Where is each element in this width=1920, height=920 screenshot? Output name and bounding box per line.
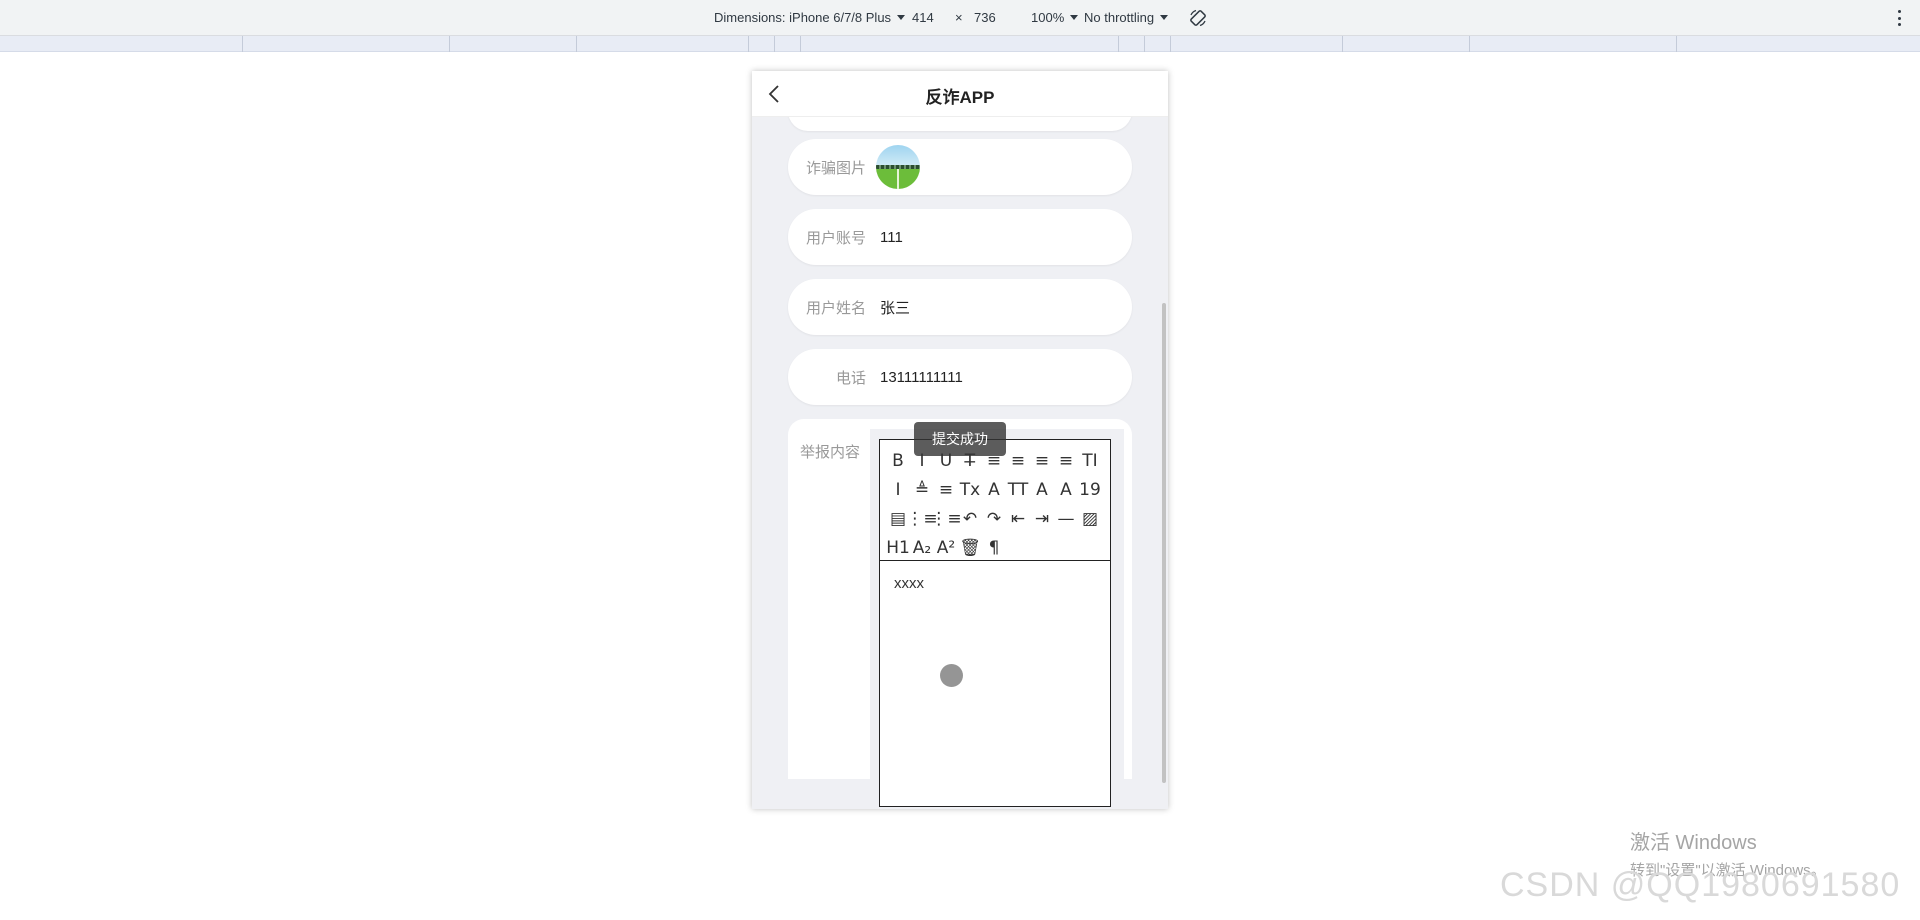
name-field: 用户姓名 张三 [788,279,1132,335]
editor-tool-button[interactable]: ⇥ [1030,504,1054,533]
editor-tool-button[interactable]: ≡ [934,475,958,504]
rotate-icon[interactable] [1188,8,1208,28]
zoom-value: 100% [1031,10,1065,25]
editor-tool-button[interactable]: 19 [1078,475,1102,504]
device-width-input[interactable]: 414 [912,10,934,25]
throttling-value: No throttling [1084,10,1155,25]
chevron-down-icon [1070,15,1079,20]
editor-tool-button[interactable]: ≡ [1030,446,1054,475]
form-scroll-area[interactable]: 诈骗图片 用户账号 111 用户姓名 张三 电话 13111111111 举报内… [752,117,1168,809]
editor-tool-button[interactable]: A [1054,475,1078,504]
phone-label: 电话 [835,369,866,387]
success-toast: 提交成功 [914,422,1006,456]
zoom-select[interactable]: 100% [1031,10,1079,25]
photo-field: 诈骗图片 [788,139,1132,195]
rich-text-editor: B I U T̶ ≡ ≡ ≡ ≡ TI I ≜ ≡ Tx A TT A A 19 ▤ ⋮≡ ⋮≡ ↶ ↷ ⇤ ⇥ — ▨ H1 A₂ A²… [879,439,1111,807]
devtools-device-toolbar: Dimensions: iPhone 6/7/8 Plus 414 × 736 … [0,0,1920,36]
editor-tool-button[interactable]: B [886,446,910,475]
device-viewport: 反诈APP 诈骗图片 用户账号 111 用户姓名 张三 电话 131111111… [752,71,1168,809]
report-label: 举报内容 [800,444,861,461]
editor-tool-button[interactable]: ↶ [958,504,982,533]
editor-tool-button[interactable]: A [1030,475,1054,504]
name-label: 用户姓名 [805,299,866,317]
csdn-watermark: CSDN @QQ1980691580 [1500,866,1901,904]
editor-tool-button[interactable]: ≜ [910,475,934,504]
kebab-icon[interactable] [1898,10,1902,26]
chevron-down-icon [1160,15,1169,20]
windows-watermark-line1: 激活 Windows [1630,832,1757,854]
editor-tool-button[interactable]: A [982,475,1006,504]
phone-input[interactable]: 13111111111 [878,369,963,386]
nav-header: 反诈APP [752,71,1168,117]
account-label: 用户账号 [805,229,866,247]
editor-tool-button[interactable]: ¶ [982,533,1006,562]
scrollbar-thumb[interactable] [1162,303,1166,783]
editor-tool-button[interactable]: ⇤ [1006,504,1030,533]
chevron-down-icon [897,15,906,20]
photo-label: 诈骗图片 [805,159,866,177]
phone-field: 电话 13111111111 [788,349,1132,405]
editor-tool-button[interactable]: Tx [958,475,982,504]
editor-tool-button[interactable]: I [886,475,910,504]
editor-tool-button[interactable]: ≡ [1006,446,1030,475]
device-dimensions-select[interactable]: Dimensions: iPhone 6/7/8 Plus [714,10,906,25]
device-height-input[interactable]: 736 [974,10,996,25]
editor-tool-button[interactable]: A² [934,533,958,562]
editor-toolbar: B I U T̶ ≡ ≡ ≡ ≡ TI I ≜ ≡ Tx A TT A A 19 ▤ ⋮≡ ⋮≡ ↶ ↷ ⇤ ⇥ — ▨ H1 A₂ A²… [880,440,1110,561]
editor-tool-button[interactable]: 🗑 [958,533,982,562]
editor-tool-button[interactable]: TI [1078,446,1102,475]
form-field-partial [788,117,1132,131]
page-title: 反诈APP [925,88,995,107]
fraud-photo-thumbnail[interactable] [876,145,920,189]
editor-tool-button[interactable]: TT [1006,475,1030,504]
name-input[interactable]: 张三 [878,297,910,318]
throttling-select[interactable]: No throttling [1084,10,1169,25]
account-input[interactable]: 111 [878,229,903,246]
touch-cursor-indicator [940,664,963,687]
editor-tool-button[interactable]: ⋮≡ [930,504,961,533]
editor-tool-button[interactable]: ↷ [982,504,1006,533]
editor-tool-button[interactable]: ▨ [1078,504,1102,533]
editor-tool-button[interactable]: ≡ [1054,446,1078,475]
editor-body[interactable]: xxxx [880,561,1110,606]
editor-tool-button[interactable]: H1 [886,533,910,562]
editor-container: B I U T̶ ≡ ≡ ≡ ≡ TI I ≜ ≡ Tx A TT A A 19 ▤ ⋮≡ ⋮≡ ↶ ↷ ⇤ ⇥ — ▨ H1 A₂ A²… [870,429,1124,807]
editor-tool-button[interactable]: A₂ [910,533,934,562]
dimension-times-sign: × [955,10,963,25]
editor-tool-button[interactable]: — [1054,504,1078,533]
report-content-field: 举报内容 B I U T̶ ≡ ≡ ≡ ≡ TI I ≜ ≡ Tx A TT A A 19 ▤ ⋮≡ ⋮≡ ↶ ↷ ⇤ ⇥ — ▨ H… [788,419,1132,807]
device-dimensions-label: Dimensions: iPhone 6/7/8 Plus [714,10,892,25]
media-query-ruler [0,36,1920,52]
account-field: 用户账号 111 [788,209,1132,265]
